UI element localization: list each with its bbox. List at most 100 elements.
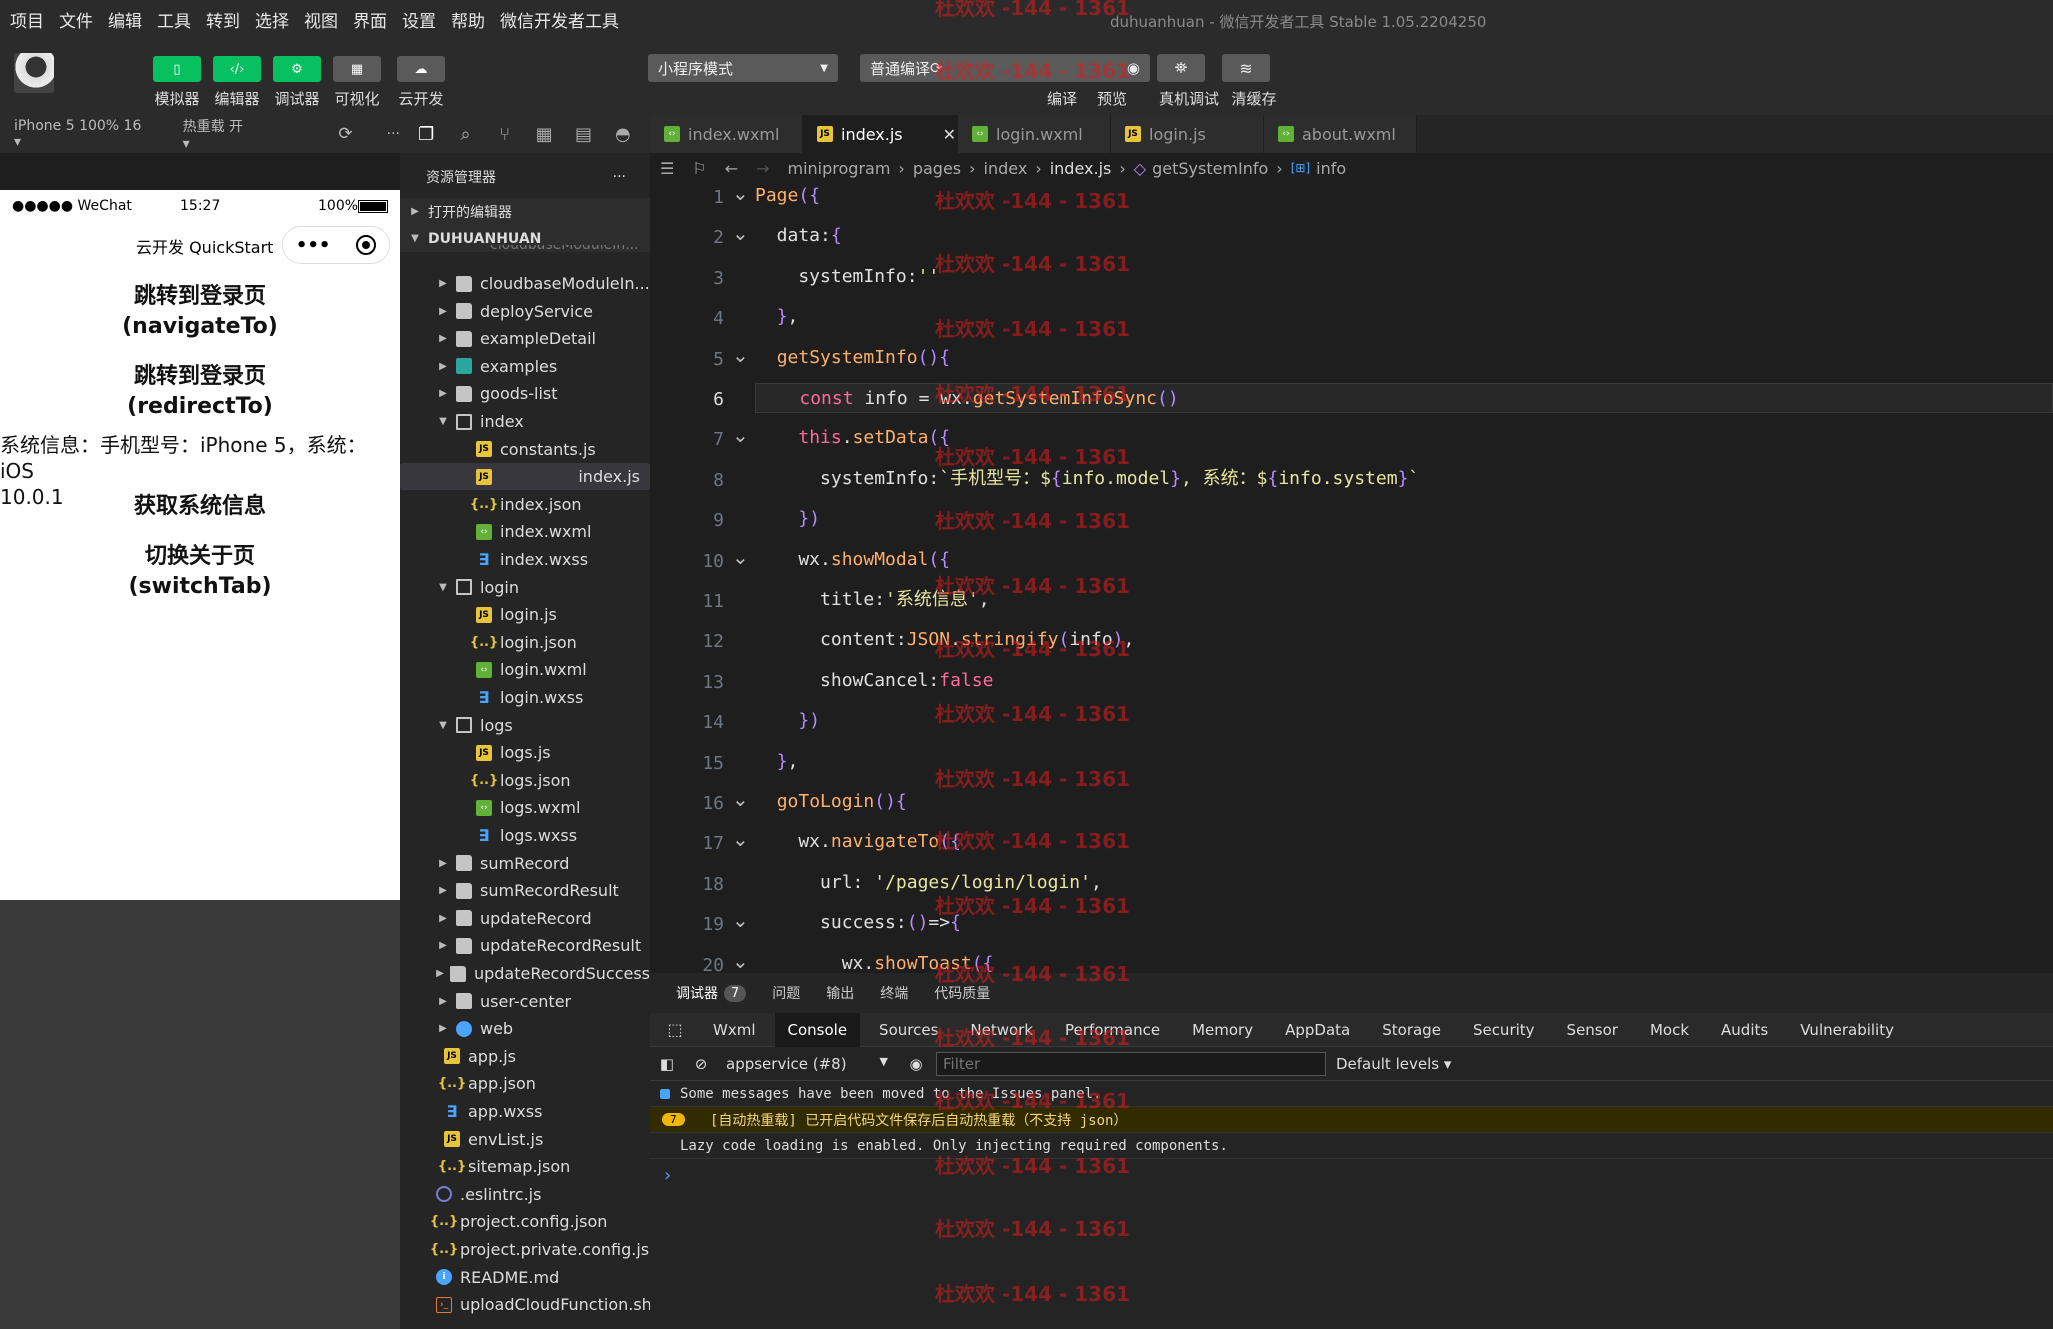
devtools-tab[interactable]: Sensor — [1554, 1013, 1631, 1047]
toolbar-right-label[interactable]: 预览 — [1088, 88, 1136, 109]
toolbar-button-3[interactable]: ▦ — [333, 56, 381, 82]
filter-input[interactable] — [936, 1051, 1326, 1076]
forward-icon[interactable]: → — [756, 159, 769, 178]
user-avatar[interactable] — [14, 53, 54, 93]
toolbar-button-1[interactable]: ‹/› — [213, 56, 261, 82]
tree-item[interactable]: ‹› index.wxml — [400, 518, 650, 545]
breadcrumb-item[interactable]: info — [1316, 159, 1346, 178]
tree-item[interactable]: {..} login.json — [400, 629, 650, 656]
tree-item[interactable]: ▶ user-center — [400, 988, 650, 1015]
panel-tab[interactable]: 问题 — [772, 983, 800, 1003]
breadcrumb-item[interactable]: index.js — [1050, 159, 1112, 178]
fold-chevron-icon[interactable]: ⌄ — [732, 545, 749, 569]
menu-item[interactable]: 帮助 — [451, 7, 485, 32]
editor-tab[interactable]: ‹› about.wxml — [1264, 115, 1417, 153]
menu-item[interactable]: 工具 — [157, 7, 191, 32]
menu-item[interactable]: 转到 — [206, 7, 240, 32]
tree-item[interactable]: {..} app.json — [400, 1070, 650, 1097]
devtools-tab[interactable]: Console — [774, 1012, 861, 1047]
sidebar-toggle-icon[interactable]: ◧ — [650, 1055, 684, 1073]
toolbar-button-0[interactable]: ▯ — [153, 56, 201, 82]
tree-item[interactable]: ›_ uploadCloudFunction.sh — [400, 1291, 650, 1318]
close-icon[interactable]: ✕ — [943, 125, 956, 144]
menu-item[interactable]: 编辑 — [108, 7, 142, 32]
editor-tab[interactable]: JS login.js — [1111, 115, 1264, 153]
devtools-tab[interactable]: Security — [1460, 1013, 1548, 1047]
tree-item[interactable]: .eslintrc.js — [400, 1181, 650, 1208]
close-capsule-icon[interactable] — [356, 235, 377, 255]
tree-item[interactable]: ‹› logs.wxml — [400, 794, 650, 821]
tree-item[interactable]: ▶ sumRecordResult — [400, 877, 650, 904]
tree-item[interactable]: ▶ updateRecordSuccess — [400, 960, 650, 987]
breadcrumb-item[interactable]: getSystemInfo — [1152, 159, 1268, 178]
open-editors-section[interactable]: ▶ 打开的编辑器 — [400, 198, 650, 225]
fold-chevron-icon[interactable]: ⌄ — [732, 827, 749, 851]
fold-chevron-icon[interactable]: ⌄ — [732, 343, 749, 367]
source-control-icon[interactable]: ⑂ — [493, 121, 517, 147]
fold-chevron-icon[interactable]: ⌄ — [732, 221, 749, 245]
console-prompt[interactable]: › — [662, 1165, 673, 1186]
menu-item[interactable]: 界面 — [353, 7, 387, 32]
code-editor[interactable]: Page({ data:{ systemInfo:'' }, getSystem… — [755, 183, 2053, 973]
tree-item[interactable]: ▼ logs — [400, 712, 650, 739]
more-dots-icon[interactable]: ••• — [296, 235, 331, 256]
panel-tab[interactable]: 输出 — [826, 983, 854, 1003]
redirect-to-button[interactable]: 跳转到登录页 (redirectTo) — [0, 362, 400, 422]
tree-item[interactable]: JS constants.js — [400, 436, 650, 463]
tree-item[interactable]: JS index.js — [400, 463, 650, 491]
toolbar-button-2[interactable]: ⚙ — [273, 56, 321, 82]
fold-chevron-icon[interactable]: ⌄ — [732, 949, 749, 973]
editor-tab[interactable]: ‹› login.wxml — [958, 115, 1111, 153]
devtools-tab[interactable]: AppData — [1272, 1013, 1363, 1047]
tree-item[interactable]: ▼ index — [400, 408, 650, 435]
back-icon[interactable]: ← — [725, 159, 738, 178]
tree-item[interactable]: {..} project.config.json — [400, 1208, 650, 1235]
toolbar-button-bug[interactable]: ⛯ — [1157, 54, 1205, 82]
devtools-tab[interactable]: Wxml — [700, 1013, 769, 1047]
menu-item[interactable]: 设置 — [402, 7, 436, 32]
tree-item[interactable]: ▶ updateRecordResult — [400, 932, 650, 959]
inspect-icon[interactable]: ⬚ — [650, 1020, 700, 1039]
menu-item[interactable]: 微信开发者工具 — [500, 7, 619, 32]
tree-item[interactable]: ▼ login — [400, 574, 650, 601]
devtools-tab[interactable]: Performance — [1052, 1013, 1173, 1047]
tree-item[interactable]: {..} sitemap.json — [400, 1153, 650, 1180]
tree-item[interactable]: ▶ examples — [400, 353, 650, 380]
tree-item[interactable]: JS login.js — [400, 601, 650, 628]
editor-tab[interactable]: JS index.js ✕ — [803, 115, 958, 153]
tree-item[interactable]: {..} logs.json — [400, 767, 650, 794]
docker-icon[interactable]: ◓ — [611, 121, 635, 147]
editor-tab[interactable]: ‹› index.wxml — [650, 115, 803, 153]
rotate-icon[interactable]: ⟳ — [338, 124, 352, 144]
toolbar-button-layers[interactable]: ≋ — [1222, 54, 1270, 82]
devtools-tab[interactable]: Mock — [1637, 1013, 1702, 1047]
tree-item[interactable]: JS app.js — [400, 1043, 650, 1070]
tree-item[interactable]: ▶ cloudbaseModuleIn... — [400, 270, 650, 297]
toolbar-right-label[interactable]: 编译 — [1038, 88, 1086, 109]
more-actions-icon[interactable]: ··· — [613, 169, 626, 185]
more-icon[interactable]: ··· — [387, 126, 400, 142]
list-icon[interactable]: ☰ — [660, 159, 674, 178]
tree-item[interactable]: ▶ web — [400, 1015, 650, 1042]
switch-tab-button[interactable]: 切换关于页 (switchTab) — [0, 542, 400, 602]
menu-item[interactable]: 选择 — [255, 7, 289, 32]
tree-item[interactable]: JS envList.js — [400, 1126, 650, 1153]
tree-item[interactable]: ‹› login.wxml — [400, 656, 650, 683]
menu-item[interactable]: 视图 — [304, 7, 338, 32]
mode-select[interactable]: 小程序模式 ▼ — [648, 54, 838, 82]
tree-item[interactable]: ∃ login.wxss — [400, 684, 650, 711]
search-icon[interactable]: ⌕ — [453, 121, 477, 147]
context-select[interactable]: appservice (#8) ▼ — [718, 1055, 896, 1073]
tree-item[interactable]: ∃ index.wxss — [400, 546, 650, 573]
toolbar-right-label[interactable]: 清缓存 — [1218, 88, 1290, 109]
toolbar-right-label[interactable]: 真机调试 — [1153, 88, 1225, 109]
eye-icon[interactable]: ◉ — [896, 1055, 936, 1073]
tree-item[interactable]: i README.md — [400, 1264, 650, 1291]
devtools-tab[interactable]: Network — [957, 1013, 1046, 1047]
compile-select[interactable]: 普通编译 ⟳ ◉ — [860, 54, 1150, 82]
clear-console-icon[interactable]: ⊘ — [684, 1055, 718, 1073]
tree-item[interactable]: ▶ goods-list — [400, 380, 650, 407]
menu-item[interactable]: 文件 — [59, 7, 93, 32]
files-icon[interactable]: ❐ — [414, 121, 438, 147]
bookmark-icon[interactable]: ⚐ — [692, 159, 706, 178]
